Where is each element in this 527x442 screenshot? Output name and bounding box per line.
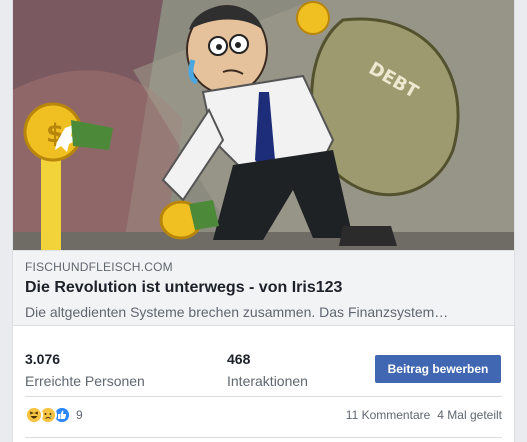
engagement-summary: 11 Kommentare 4 Mal geteilt [346, 408, 502, 422]
post-footer: 9 11 Kommentare 4 Mal geteilt [13, 401, 514, 429]
link-preview[interactable]: FISCHUNDFLEISCH.COM Die Revolution ist u… [13, 250, 514, 326]
post-card: $ DEBT FISCHUNDFLEISCH.COM Die Revolutio… [12, 0, 515, 442]
reach-label: Erreichte Personen [25, 373, 145, 389]
link-description: Die altgedienten Systeme brechen zusamme… [25, 304, 449, 320]
reactions-summary[interactable]: 9 [25, 406, 83, 424]
engagement-stat: 468 Interaktionen [227, 350, 308, 390]
link-preview-image[interactable]: $ DEBT [13, 0, 514, 250]
promote-post-button[interactable]: Beitrag bewerben [375, 355, 501, 383]
engagement-label: Interaktionen [227, 373, 308, 389]
engagement-value: 468 [227, 351, 251, 367]
link-title[interactable]: Die Revolution ist unterwegs - von Iris1… [25, 278, 502, 298]
divider [25, 396, 502, 397]
haha-icon [25, 406, 43, 424]
link-domain: FISCHUNDFLEISCH.COM [25, 260, 173, 274]
reaction-count: 9 [76, 408, 83, 422]
divider-bottom [25, 437, 502, 438]
comments-count-link[interactable]: 11 Kommentare [346, 408, 431, 422]
reach-stat: 3.076 Erreichte Personen [25, 350, 145, 390]
shares-count-link[interactable]: 4 Mal geteilt [437, 408, 502, 422]
post-insights: 3.076 Erreichte Personen 468 Interaktion… [13, 340, 514, 396]
reach-value: 3.076 [25, 351, 61, 367]
